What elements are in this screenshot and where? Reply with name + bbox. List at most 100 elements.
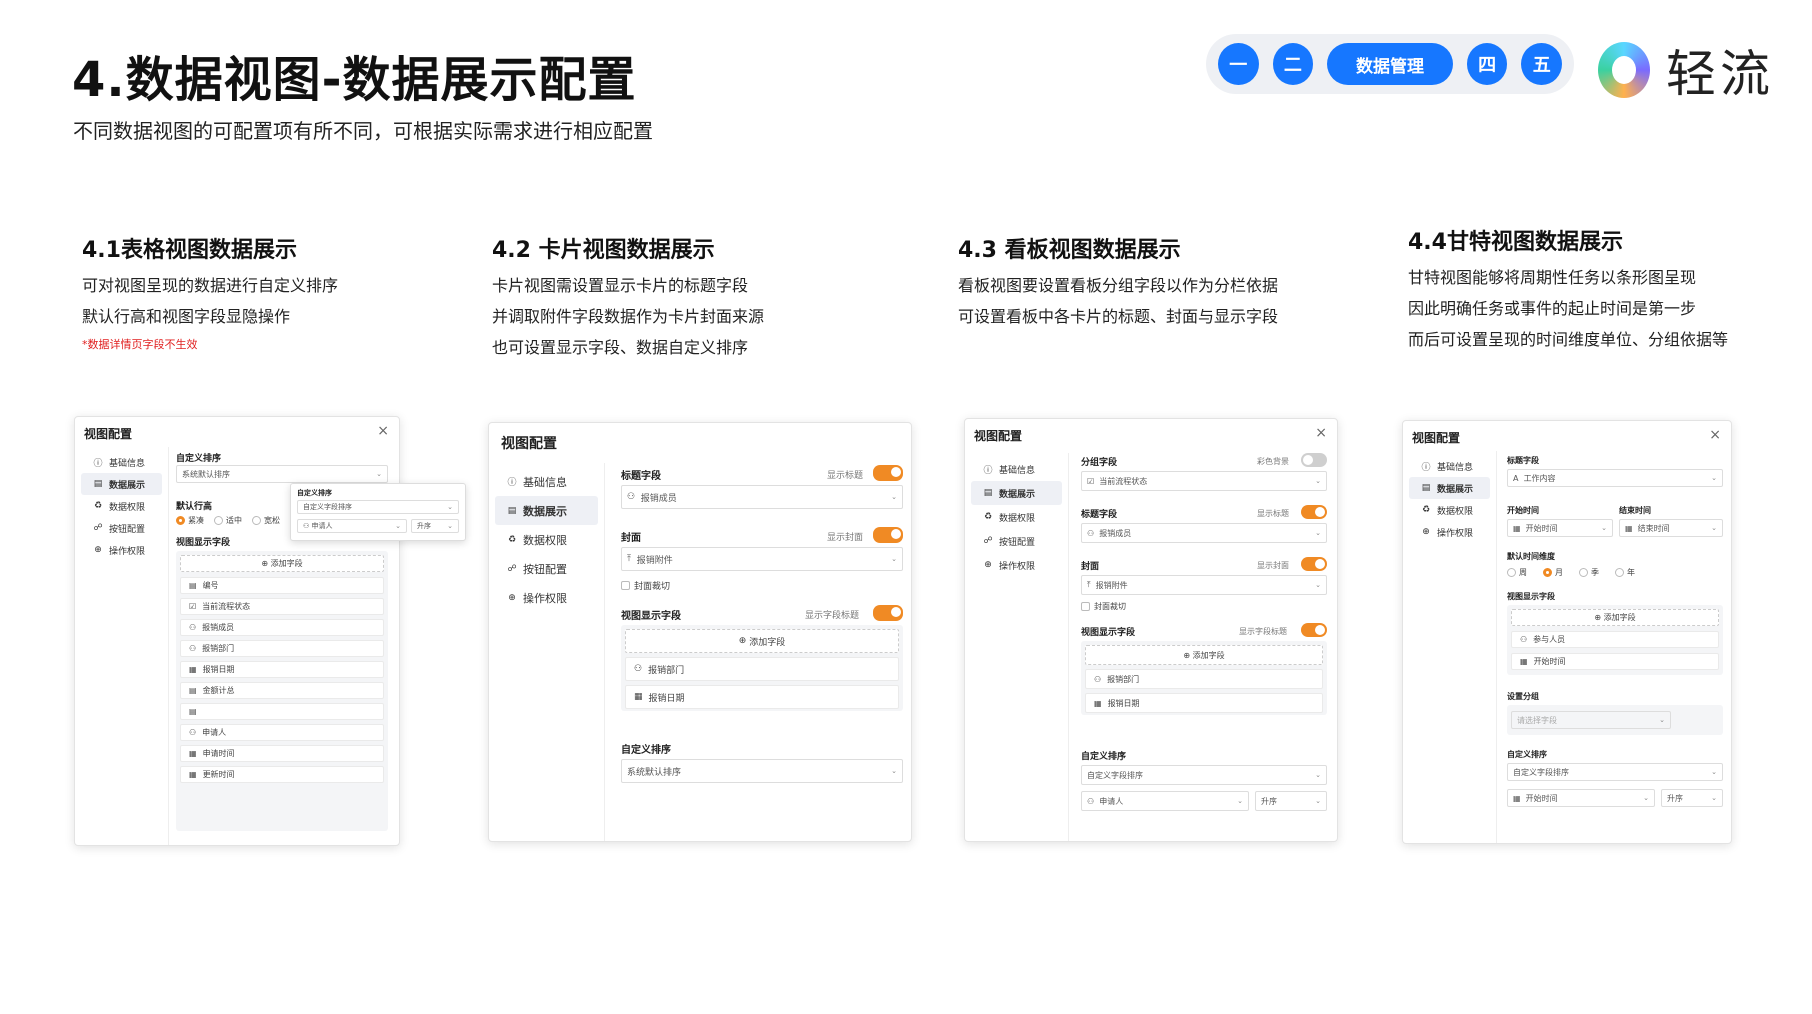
radio-year[interactable]: 年: [1615, 567, 1635, 578]
start-time-select[interactable]: ▦ 开始时间 ⌄: [1507, 519, 1613, 537]
nav-item-basic[interactable]: ⓘ 基础信息: [81, 451, 162, 473]
sort-select[interactable]: 系统默认排序 ⌄: [621, 759, 903, 783]
sort-order-select[interactable]: 升序 ⌄: [1255, 791, 1327, 811]
sort-select[interactable]: 自定义字段排序 ⌄: [1081, 765, 1327, 785]
nav-item-buttons[interactable]: ☍ 按钮配置: [81, 517, 162, 539]
field-row[interactable]: ⚇ 报销部门: [180, 640, 384, 657]
add-field-button[interactable]: ⊕ 添加字段: [180, 555, 384, 572]
show-title-toggle[interactable]: [1301, 505, 1327, 519]
popup-order-select[interactable]: 升序 ⌄: [411, 519, 459, 533]
close-icon[interactable]: ×: [1709, 427, 1721, 443]
radio-month[interactable]: 月: [1543, 567, 1563, 578]
radio-loose[interactable]: 宽松: [252, 515, 280, 526]
field-row[interactable]: ▦ 开始时间: [1511, 653, 1719, 670]
show-field-title-toggle[interactable]: [1301, 623, 1327, 637]
add-field-button[interactable]: ⊕ 添加字段: [625, 629, 899, 653]
nav-item-operations[interactable]: ⊕ 操作权限: [81, 539, 162, 561]
field-row[interactable]: ☑ 当前流程状态: [180, 598, 384, 615]
nav-item-display[interactable]: ▤ 数据展示: [971, 481, 1062, 505]
end-time-select[interactable]: ▦ 结束时间 ⌄: [1619, 519, 1723, 537]
show-field-title-toggle[interactable]: [873, 605, 903, 621]
title-field-select[interactable]: ⚇ 报销成员 ⌄: [621, 485, 903, 509]
row-height-radios: 紧凑 适中 宽松: [176, 515, 280, 526]
field-row[interactable]: ⚇ 报销部门: [1085, 669, 1323, 689]
nav-label: 操作权限: [109, 546, 146, 557]
operation-icon: ⊕: [1422, 527, 1430, 537]
field-row[interactable]: ⚇ 报销成员: [180, 619, 384, 636]
group-select[interactable]: 请选择字段 ⌄: [1511, 711, 1671, 729]
close-icon[interactable]: ×: [1315, 425, 1327, 441]
field-row[interactable]: ▦ 申请时间: [180, 745, 384, 762]
show-cover-toggle[interactable]: [1301, 557, 1327, 571]
field-row[interactable]: ▦ 报销日期: [1085, 693, 1323, 713]
nav-item-basic[interactable]: ⓘ 基础信息: [971, 457, 1062, 481]
cover-value: 报销附件: [636, 555, 673, 566]
close-icon[interactable]: ×: [377, 423, 389, 439]
step-3-active[interactable]: 数据管理: [1327, 43, 1453, 85]
radio-week[interactable]: 周: [1507, 567, 1527, 578]
field-row[interactable]: ⚇ 参与人员: [1511, 631, 1719, 648]
radio-quarter[interactable]: 季: [1579, 567, 1599, 578]
cover-crop-checkbox[interactable]: 封面裁切: [621, 579, 670, 592]
field-row[interactable]: ▤ 金额计总: [180, 682, 384, 699]
field-row[interactable]: ▦ 更新时间: [180, 766, 384, 783]
popup-field-select[interactable]: ⚇ 申请人 ⌄: [297, 519, 407, 533]
add-field-button[interactable]: ⊕ 添加字段: [1085, 645, 1323, 665]
cover-select[interactable]: ⤒ 报销附件 ⌄: [621, 547, 903, 571]
nav-item-display[interactable]: ▤ 数据展示: [1409, 477, 1490, 499]
group-field-select[interactable]: ☑ 当前流程状态 ⌄: [1081, 471, 1327, 491]
nav-item-buttons[interactable]: ☍ 按钮配置: [495, 554, 598, 583]
sort-field-select[interactable]: ⚇ 申请人 ⌄: [1081, 791, 1249, 811]
radio-dot: [252, 516, 261, 525]
card-view-dialog: 视图配置 ⓘ 基础信息 ▤ 数据展示 ♻ 数据权限 ☍ 按钮配置 ⊕ 操作权限 标题字段 …: [488, 422, 912, 842]
radio-medium[interactable]: 适中: [214, 515, 242, 526]
field-row[interactable]: ▦ 报销日期: [625, 685, 899, 709]
nav-item-basic[interactable]: ⓘ 基础信息: [495, 467, 598, 496]
sort-popup: 自定义排序 自定义字段排序 ⌄ ⚇ 申请人 ⌄ 升序 ⌄: [290, 483, 466, 541]
field-row[interactable]: ⚇ 报销部门: [625, 657, 899, 681]
step-2[interactable]: 二: [1272, 43, 1314, 85]
fields-label: 视图显示字段: [176, 538, 231, 548]
field-icon: ▦: [1094, 698, 1102, 708]
nav-item-display[interactable]: ▤ 数据展示: [81, 473, 162, 495]
nav-label: 操作权限: [523, 591, 567, 605]
step-1[interactable]: 一: [1218, 43, 1259, 85]
title-field-select[interactable]: A 工作内容 ⌄: [1507, 469, 1723, 487]
nav-item-permission[interactable]: ♻ 数据权限: [495, 525, 598, 554]
nav-item-operations[interactable]: ⊕ 操作权限: [971, 553, 1062, 577]
nav-item-display[interactable]: ▤ 数据展示: [495, 496, 598, 525]
cover-crop-checkbox[interactable]: 封面裁切: [1081, 601, 1126, 612]
nav-item-basic[interactable]: ⓘ 基础信息: [1409, 455, 1490, 477]
field-row[interactable]: ▤ 编号: [180, 577, 384, 594]
sort-value: 系统默认排序: [627, 767, 682, 778]
radio-compact[interactable]: 紧凑: [176, 515, 204, 526]
nav-item-operations[interactable]: ⊕ 操作权限: [495, 583, 598, 612]
sort-field-select[interactable]: ▦ 开始时间 ⌄: [1507, 789, 1655, 807]
show-title-toggle[interactable]: [873, 465, 903, 481]
show-cover-toggle[interactable]: [873, 527, 903, 543]
color-bg-toggle[interactable]: [1301, 453, 1327, 467]
nav-item-buttons[interactable]: ☍ 按钮配置: [971, 529, 1062, 553]
sort-order-value: 升序: [1261, 796, 1277, 806]
field-row[interactable]: ▤: [180, 703, 384, 720]
field-row[interactable]: ⚇ 申请人: [180, 724, 384, 741]
step-5[interactable]: 五: [1521, 43, 1563, 85]
sort-select[interactable]: 系统默认排序 ⌄: [176, 465, 388, 483]
nav-item-permission[interactable]: ♻ 数据权限: [1409, 499, 1490, 521]
fields-label: 视图显示字段: [1081, 628, 1136, 638]
title-field-select[interactable]: ⚇ 报销成员 ⌄: [1081, 523, 1327, 543]
field-row[interactable]: ▦ 报销日期: [180, 661, 384, 678]
sort-order-select[interactable]: 升序 ⌄: [1661, 789, 1723, 807]
row-height-label: 默认行高: [176, 502, 213, 512]
cover-select[interactable]: ⤒ 报销附件 ⌄: [1081, 575, 1327, 595]
nav-item-permission[interactable]: ♻ 数据权限: [81, 495, 162, 517]
add-field-button[interactable]: ⊕ 添加字段: [1511, 609, 1719, 626]
sort-select[interactable]: 自定义字段排序 ⌄: [1507, 763, 1723, 781]
chevron-down-icon: ⌄: [1315, 771, 1321, 779]
nav-item-operations[interactable]: ⊕ 操作权限: [1409, 521, 1490, 543]
section-1-heading: 4.1表格视图数据展示: [82, 238, 297, 263]
nav-item-permission[interactable]: ♻ 数据权限: [971, 505, 1062, 529]
step-4[interactable]: 四: [1466, 43, 1508, 85]
field-icon: ▦: [189, 665, 197, 674]
popup-sort-select[interactable]: 自定义字段排序 ⌄: [297, 500, 459, 514]
